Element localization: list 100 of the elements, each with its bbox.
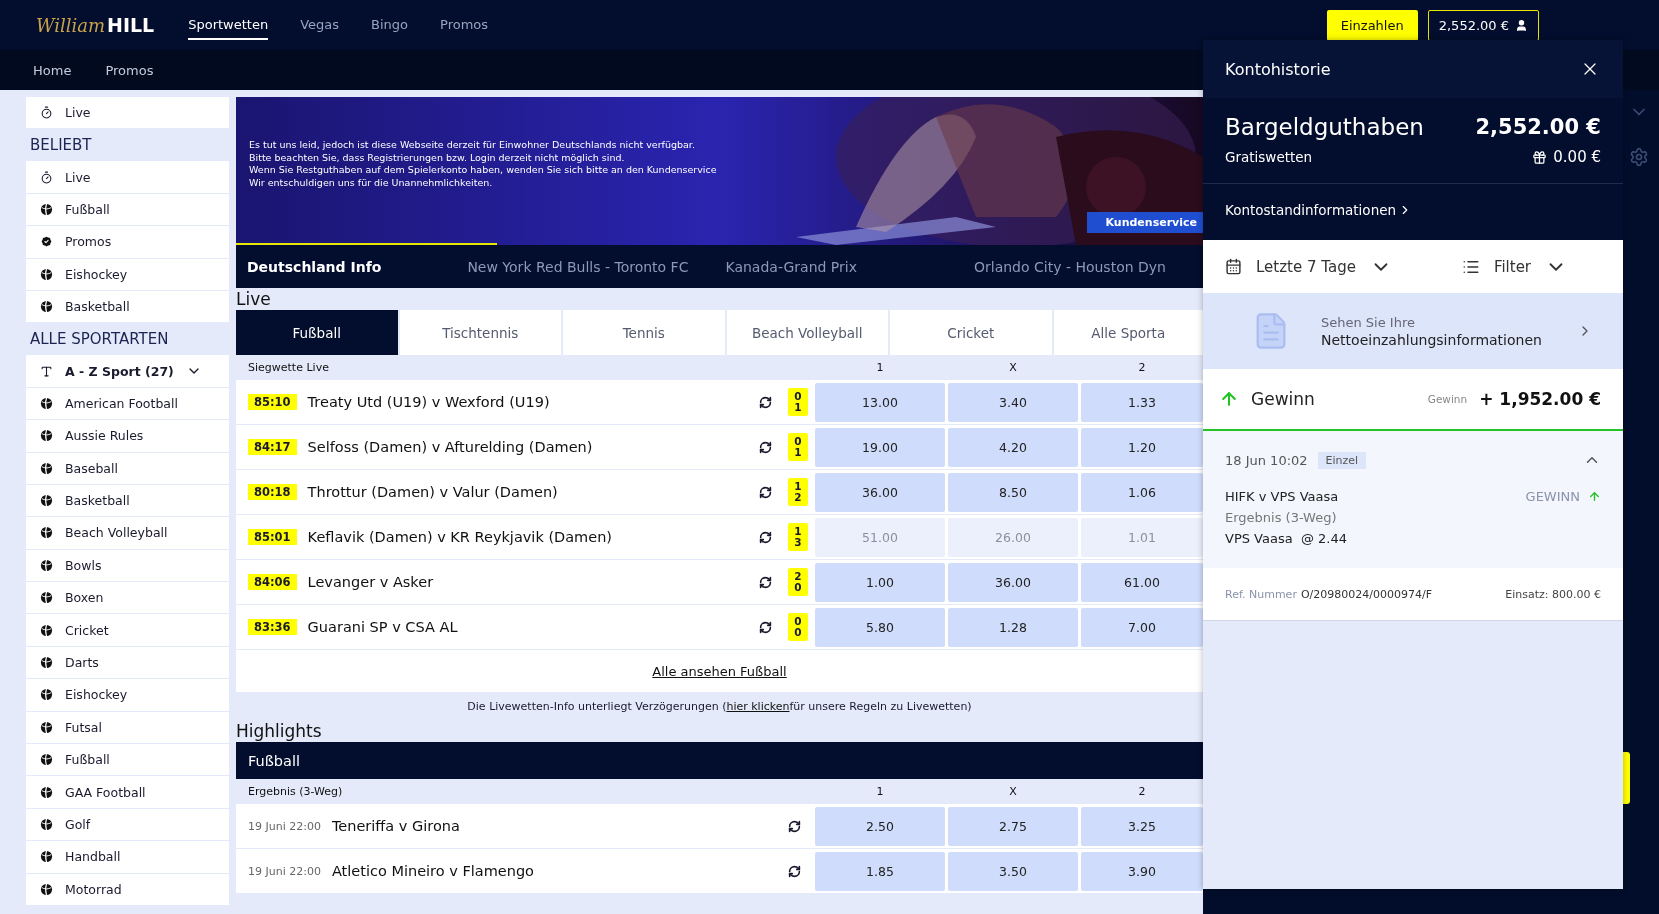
stats-icon[interactable] bbox=[759, 620, 772, 634]
match-name[interactable]: Levanger v Asker bbox=[307, 574, 434, 590]
odds-button[interactable]: 1.06 bbox=[1081, 472, 1203, 512]
bet-selection: VPS Vaasa @ 2.44 bbox=[1225, 531, 1348, 546]
ball-icon bbox=[40, 558, 53, 572]
stats-icon[interactable] bbox=[788, 819, 801, 833]
match-name[interactable]: Atletico Mineiro v Flamengo bbox=[331, 863, 534, 879]
support-button[interactable]: Kundenservice bbox=[1087, 212, 1203, 233]
odds-button[interactable]: 7.00 bbox=[1081, 607, 1203, 647]
sidebar-item[interactable]: Eishockey bbox=[26, 258, 229, 291]
ticker-item[interactable]: Kanada-Grand Prix bbox=[725, 258, 857, 275]
stats-icon[interactable] bbox=[788, 864, 801, 878]
sidebar-item[interactable]: A - Z Sport (27) bbox=[26, 355, 229, 388]
rules-link[interactable]: hier klicken bbox=[726, 699, 790, 713]
odds-button[interactable]: 2.50 bbox=[815, 806, 945, 846]
sidebar-item[interactable]: GAA Football bbox=[26, 776, 229, 809]
sidebar-item[interactable]: Darts bbox=[26, 646, 229, 680]
odds-button[interactable]: 4.20 bbox=[948, 427, 1078, 467]
odds-button[interactable]: 3.90 bbox=[1081, 851, 1203, 891]
ball-icon bbox=[40, 818, 53, 831]
sidebar-item[interactable]: Fußball bbox=[26, 193, 229, 227]
stats-icon[interactable] bbox=[759, 395, 772, 409]
sport-tab[interactable]: Tennis bbox=[563, 310, 725, 355]
odds-button[interactable]: 5.80 bbox=[815, 607, 945, 647]
odds-button[interactable]: 3.25 bbox=[1081, 806, 1203, 846]
odds-button[interactable]: 1.00 bbox=[815, 562, 945, 602]
odds-button[interactable]: 19.00 bbox=[815, 427, 945, 467]
sidebar-item[interactable]: Baseball bbox=[26, 452, 229, 485]
sidebar-item[interactable]: Live bbox=[26, 161, 229, 194]
match-name[interactable]: Treaty Utd (U19) v Wexford (U19) bbox=[307, 394, 550, 410]
ticker-item[interactable]: New York Red Bulls - Toronto FC bbox=[467, 258, 689, 275]
stats-icon[interactable] bbox=[759, 575, 772, 589]
stats-icon[interactable] bbox=[759, 485, 772, 499]
odds-button[interactable]: 13.00 bbox=[815, 382, 945, 422]
net-deposit-link[interactable]: Sehen Sie Ihre Nettoeinzahlungsinformationen bbox=[1203, 293, 1623, 369]
column-header: X bbox=[1008, 361, 1018, 374]
period-dropdown[interactable]: Letzte 7 Tage bbox=[1225, 255, 1392, 278]
odds-button[interactable]: 8.50 bbox=[948, 472, 1078, 512]
sidebar-item[interactable]: Fußball bbox=[26, 744, 229, 777]
sidebar-item[interactable]: Basketball bbox=[26, 484, 229, 518]
ticker-item[interactable]: Orlando City - Houston Dyn bbox=[974, 258, 1166, 275]
nav-link[interactable]: Bingo bbox=[371, 10, 409, 40]
logo[interactable]: William HILL bbox=[36, 14, 155, 36]
ball-icon bbox=[40, 785, 53, 799]
stats-icon[interactable] bbox=[759, 440, 772, 454]
sidebar-item[interactable]: Eishockey bbox=[26, 679, 229, 712]
sidebar-item[interactable]: Golf bbox=[26, 808, 229, 842]
nav-link[interactable]: Vegas bbox=[300, 10, 340, 40]
nav-link[interactable]: Sportwetten bbox=[188, 10, 269, 40]
sidebar-item[interactable]: Basketball bbox=[26, 290, 229, 324]
sport-tab[interactable]: Fußball bbox=[236, 310, 398, 355]
odds-button[interactable]: 2.75 bbox=[948, 806, 1078, 846]
odds-button[interactable]: 1.33 bbox=[1081, 382, 1203, 422]
reference-label: Ref. Nummer bbox=[1225, 587, 1297, 601]
subnav-link[interactable]: Promos bbox=[105, 62, 154, 78]
match-name[interactable]: Selfoss (Damen) v Afturelding (Damen) bbox=[307, 439, 593, 455]
sport-tab[interactable]: Tischtennis bbox=[399, 310, 561, 355]
filter-dropdown[interactable]: Filter bbox=[1461, 255, 1568, 278]
sidebar-item[interactable]: Cricket bbox=[26, 614, 229, 647]
match-time: 85:10 bbox=[248, 394, 297, 410]
match-name[interactable]: Teneriffa v Girona bbox=[331, 818, 460, 834]
match-time: 80:18 bbox=[248, 484, 297, 500]
reference-number: O/20980024/0000974/F bbox=[1300, 587, 1433, 601]
sidebar-item[interactable]: Bowls bbox=[26, 549, 229, 583]
stats-icon[interactable] bbox=[759, 530, 772, 544]
sidebar-item[interactable]: Futsal bbox=[26, 711, 229, 745]
sidebar-item[interactable]: Live bbox=[26, 97, 229, 130]
nav-link[interactable]: Promos bbox=[440, 10, 489, 40]
odds-button[interactable]: 36.00 bbox=[948, 562, 1078, 602]
sidebar-label: GAA Football bbox=[65, 784, 146, 800]
odds-button[interactable]: 1.28 bbox=[948, 607, 1078, 647]
badge-icon bbox=[40, 235, 53, 249]
sidebar-item[interactable]: Boxen bbox=[26, 582, 229, 615]
sidebar-item[interactable]: Beach Volleyball bbox=[26, 517, 229, 550]
section-title: Live bbox=[236, 288, 272, 310]
subnav-link[interactable]: Home bbox=[33, 62, 72, 78]
odds-button[interactable]: 61.00 bbox=[1081, 562, 1203, 602]
odds-button[interactable]: 36.00 bbox=[815, 472, 945, 512]
sidebar-label: Basketball bbox=[65, 493, 130, 509]
sidebar-item[interactable]: Motorrad bbox=[26, 873, 229, 906]
sidebar-item[interactable]: Aussie Rules bbox=[26, 420, 229, 453]
ball-icon bbox=[40, 396, 53, 410]
sport-tab[interactable]: Beach Volleyball bbox=[726, 310, 888, 355]
sidebar-item[interactable]: Handball bbox=[26, 841, 229, 874]
odds-button[interactable]: 1.20 bbox=[1081, 427, 1203, 467]
sport-tab[interactable]: Cricket bbox=[890, 310, 1052, 355]
match-name[interactable]: Guarani SP v CSA AL bbox=[307, 619, 458, 635]
odds-button[interactable]: 3.40 bbox=[948, 382, 1078, 422]
odds-button[interactable]: 3.50 bbox=[948, 851, 1078, 891]
sidebar-item[interactable]: Promos bbox=[26, 226, 229, 259]
sidebar-label: Fußball bbox=[65, 201, 110, 217]
see-all-link[interactable]: Alle ansehen Fußball bbox=[652, 663, 787, 679]
match-name[interactable]: Throttur (Damen) v Valur (Damen) bbox=[307, 484, 558, 500]
sidebar-item[interactable]: American Football bbox=[26, 387, 229, 421]
gift-icon bbox=[1532, 149, 1548, 165]
deposit-button[interactable]: Einzahlen bbox=[1326, 9, 1418, 41]
sidebar-label: Live bbox=[65, 169, 91, 185]
score-badge: 0 0 bbox=[788, 613, 808, 641]
odds-button[interactable]: 1.85 bbox=[815, 851, 945, 891]
sport-tab[interactable]: Alle Sporta bbox=[1053, 310, 1203, 355]
